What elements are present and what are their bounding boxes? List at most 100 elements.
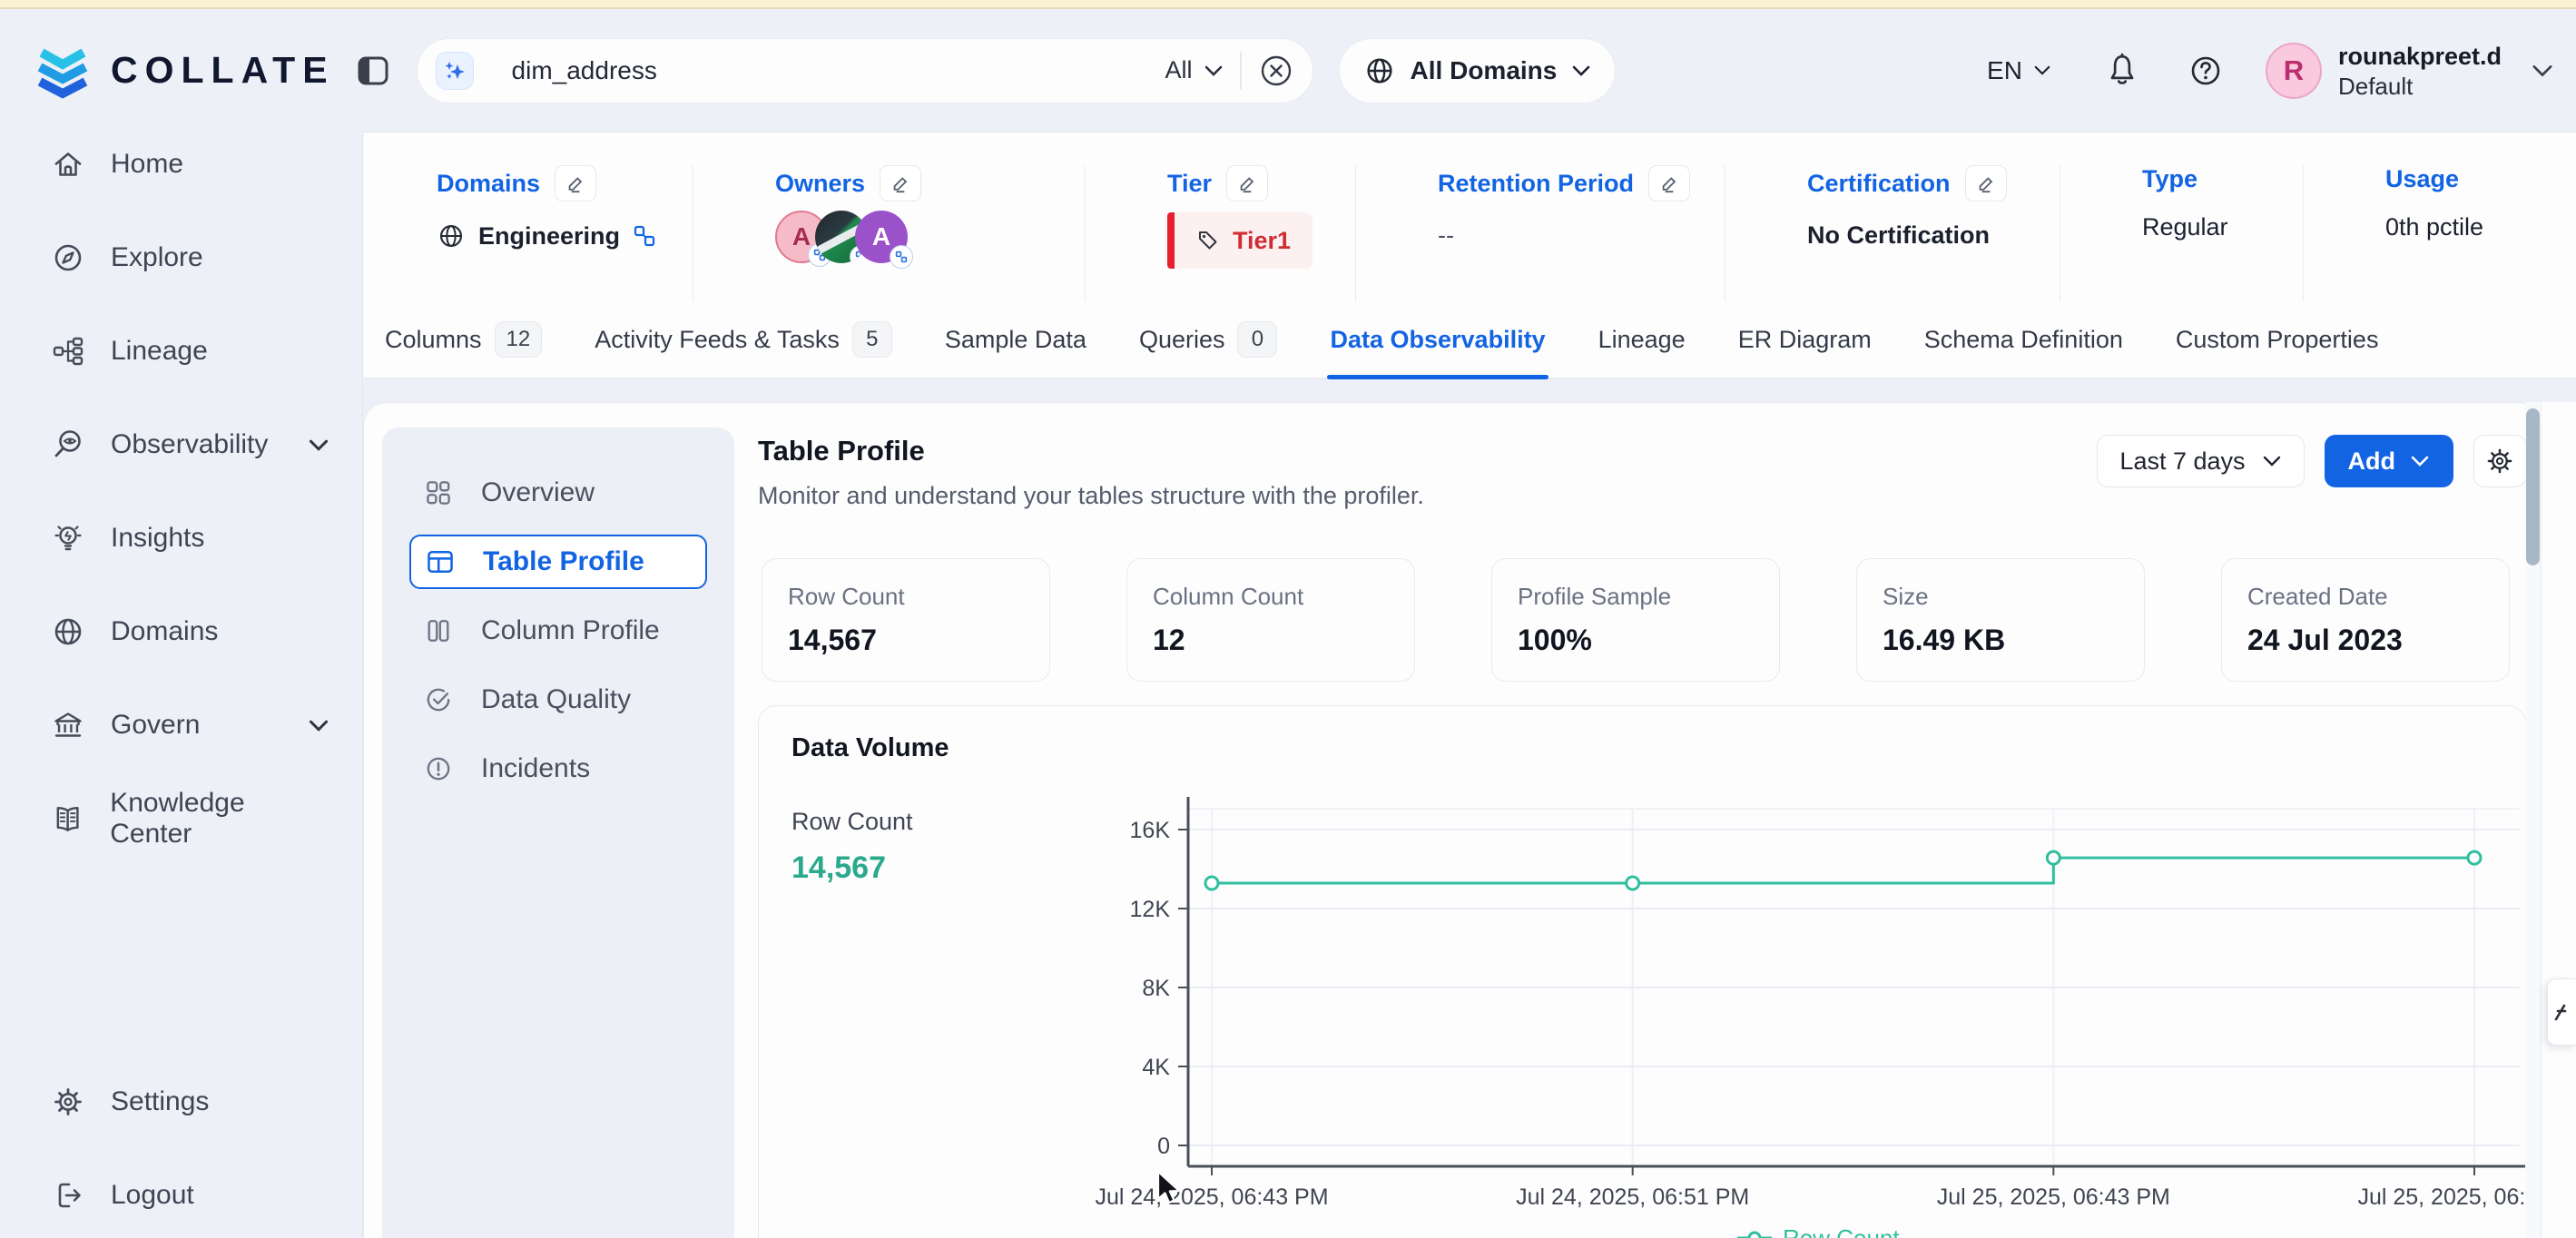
chart-metric-label: Row Count xyxy=(791,808,913,836)
meta-retention-period: Retention Period -- xyxy=(1356,165,1726,301)
edit-certification-button[interactable] xyxy=(1965,165,2007,201)
sidebar-item-label: Lineage xyxy=(111,336,208,367)
sidebar-item-settings[interactable]: Settings xyxy=(0,1072,362,1132)
top-banner-strip xyxy=(0,0,2576,9)
tab-label: Activity Feeds & Tasks xyxy=(595,326,840,354)
content-right-strip xyxy=(2542,402,2576,1238)
profiler-nav-table-profile[interactable]: Table Profile xyxy=(409,535,707,589)
owner-avatar[interactable]: A xyxy=(855,211,908,263)
tab-label: Data Observability xyxy=(1330,326,1545,354)
svg-text:Jul 24, 2025, 06:43 PM: Jul 24, 2025, 06:43 PM xyxy=(1095,1184,1328,1210)
ai-sparkle-icon xyxy=(436,52,474,90)
stat-label: Created Date xyxy=(2247,583,2509,611)
data-volume-chart[interactable]: 04K8K12K16KJul 24, 2025, 06:43 PMJul 24,… xyxy=(759,706,2527,1238)
profiler-nav-incidents[interactable]: Incidents xyxy=(409,742,707,796)
profiler-nav-label: Incidents xyxy=(481,753,590,784)
meta-label-text: Domains xyxy=(437,170,540,198)
meta-domains: Domains Engineering xyxy=(363,165,693,301)
help-icon[interactable] xyxy=(2188,53,2224,89)
tab-label: Columns xyxy=(385,326,482,354)
all-domains-label: All Domains xyxy=(1411,56,1558,85)
tab-sample-data[interactable]: Sample Data xyxy=(919,301,1113,378)
svg-text:Row Count: Row Count xyxy=(1783,1224,1900,1238)
entity-link-icon[interactable] xyxy=(633,224,656,248)
search-scope-dropdown[interactable]: All xyxy=(1165,56,1224,84)
sidebar-item-lineage[interactable]: Lineage xyxy=(0,321,362,381)
tab-er-diagram[interactable]: ER Diagram xyxy=(1712,301,1898,378)
sidebar-item-label: Settings xyxy=(111,1086,209,1117)
tier-badge[interactable]: Tier1 xyxy=(1167,212,1313,269)
edit-domains-button[interactable] xyxy=(555,165,596,201)
sidebar-item-knowledge-center[interactable]: Knowledge Center xyxy=(0,789,362,849)
sidebar-item-observability[interactable]: Observability xyxy=(0,415,362,475)
sidebar-item-home[interactable]: Home xyxy=(0,134,362,194)
tab-lineage[interactable]: Lineage xyxy=(1572,301,1712,378)
tab-activity-feeds[interactable]: Activity Feeds & Tasks 5 xyxy=(568,301,919,378)
column-profile-icon xyxy=(423,615,454,646)
clear-search-icon[interactable] xyxy=(1258,53,1294,89)
stat-card-size: Size 16.49 KB xyxy=(1856,558,2145,682)
scrollbar-thumb[interactable] xyxy=(2526,408,2540,565)
overview-grid-icon xyxy=(423,477,454,508)
meta-owners: Owners A xyxy=(693,165,1086,301)
tab-columns[interactable]: Columns 12 xyxy=(363,301,568,378)
brand-wordmark: COLLATE xyxy=(111,49,335,92)
collate-logo[interactable]: COLLATE xyxy=(33,42,335,100)
chevron-down-icon xyxy=(1204,64,1224,77)
sidebar-item-explore[interactable]: Explore xyxy=(0,228,362,288)
stat-label: Column Count xyxy=(1153,583,1414,611)
user-avatar: R xyxy=(2266,43,2322,99)
edit-retention-button[interactable] xyxy=(1648,165,1690,201)
owner-avatar-initial: A xyxy=(872,222,890,251)
owners-avatar-stack[interactable]: A A xyxy=(775,211,1085,263)
sidebar-item-logout[interactable]: Logout xyxy=(0,1165,362,1225)
chevron-down-icon xyxy=(2262,455,2282,467)
tab-custom-properties[interactable]: Custom Properties xyxy=(2149,301,2405,378)
tier-value: Tier1 xyxy=(1233,227,1291,255)
stat-value: 24 Jul 2023 xyxy=(2247,624,2509,657)
search-input[interactable]: dim_address xyxy=(512,56,657,85)
tab-label: Custom Properties xyxy=(2176,326,2379,354)
tab-queries[interactable]: Queries 0 xyxy=(1113,301,1304,378)
chevron-down-icon xyxy=(2410,455,2430,467)
insights-icon xyxy=(51,521,85,555)
data-volume-card: 04K8K12K16KJul 24, 2025, 06:43 PMJul 24,… xyxy=(758,705,2526,1238)
add-button[interactable]: Add xyxy=(2325,435,2453,487)
sidebar-item-domains[interactable]: Domains xyxy=(0,602,362,662)
profiler-settings-button[interactable] xyxy=(2473,435,2526,487)
time-range-dropdown[interactable]: Last 7 days xyxy=(2097,435,2304,487)
search-scope-value: All xyxy=(1165,56,1193,84)
profiler-nav-column-profile[interactable]: Column Profile xyxy=(409,604,707,658)
all-domains-filter[interactable]: All Domains xyxy=(1339,38,1617,103)
table-profile-icon xyxy=(425,546,456,577)
sidebar-item-govern[interactable]: Govern xyxy=(0,695,362,755)
edge-floating-widget[interactable] xyxy=(2547,978,2576,1046)
type-value: Regular xyxy=(2142,213,2303,241)
table-profile-panel: Table Profile Monitor and understand you… xyxy=(734,403,2542,1238)
language-value: EN xyxy=(1987,56,2022,85)
topbar: COLLATE dim_address All xyxy=(0,9,2576,132)
domains-globe-icon xyxy=(51,614,85,649)
sidebar-item-label: Govern xyxy=(111,710,200,741)
sidebar-item-insights[interactable]: Insights xyxy=(0,508,362,568)
profiler-nav-overview[interactable]: Overview xyxy=(409,466,707,520)
sidebar-item-label: Observability xyxy=(111,429,268,460)
entity-metadata-band: Domains Engineering xyxy=(363,132,2576,301)
owner-link-badge-icon xyxy=(890,245,913,269)
tab-data-observability[interactable]: Data Observability xyxy=(1303,301,1571,378)
global-search[interactable]: dim_address All xyxy=(417,38,1313,103)
sidebar-collapse-icon[interactable] xyxy=(355,53,391,89)
notifications-bell-icon[interactable] xyxy=(2104,52,2140,90)
search-divider xyxy=(1240,52,1242,90)
edit-owners-button[interactable] xyxy=(880,165,921,201)
language-selector[interactable]: EN xyxy=(1987,56,2051,85)
edit-tier-button[interactable] xyxy=(1226,165,1268,201)
profiler-nav-data-quality[interactable]: Data Quality xyxy=(409,673,707,727)
domain-value[interactable]: Engineering xyxy=(478,222,620,251)
user-team: Default xyxy=(2338,72,2502,101)
tab-label: ER Diagram xyxy=(1738,326,1872,354)
user-menu[interactable]: R rounakpreet.d Default xyxy=(2266,41,2554,101)
tab-badge: 5 xyxy=(852,321,892,358)
tab-schema-definition[interactable]: Schema Definition xyxy=(1898,301,2149,378)
chevron-down-icon xyxy=(2531,64,2554,78)
